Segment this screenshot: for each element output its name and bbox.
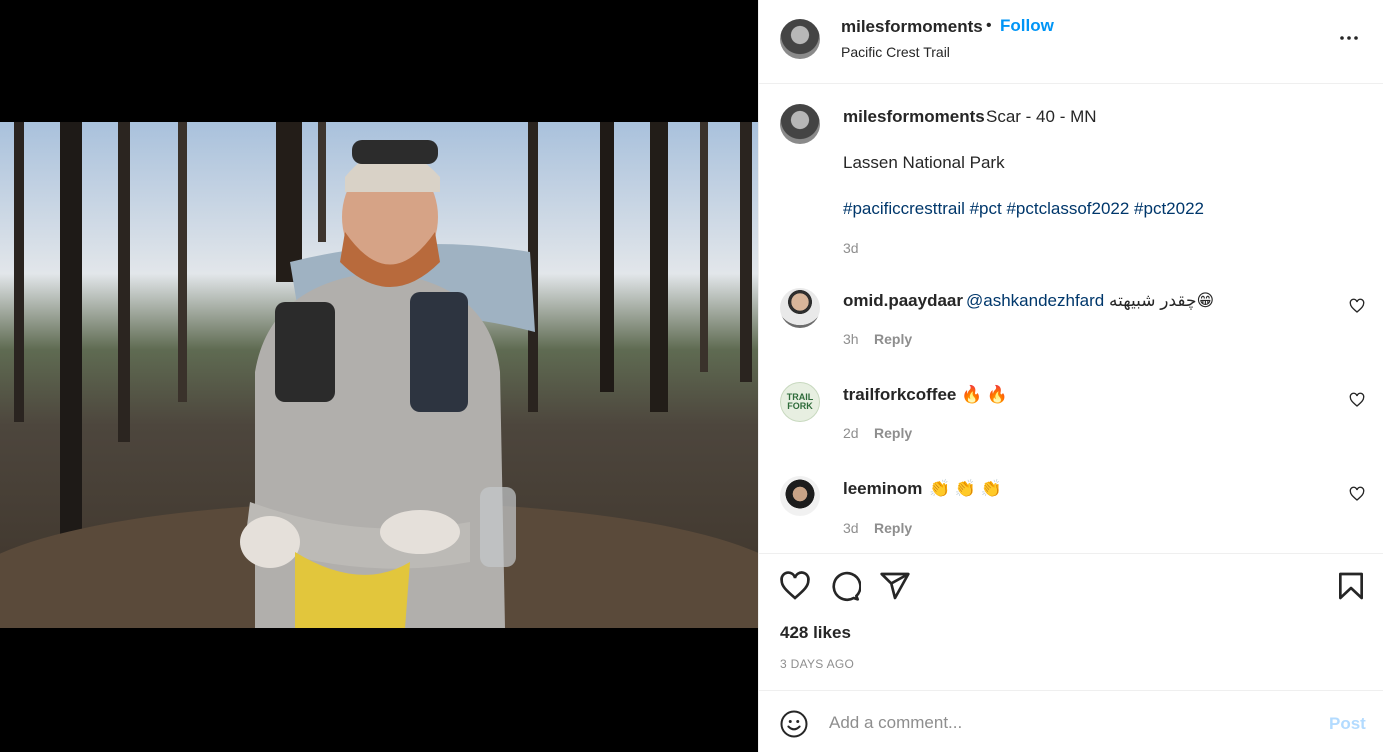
follow-button[interactable]: Follow [1000,16,1054,36]
comment-text: @ashkandezhfard چقدر شبیهته😁 [966,291,1214,311]
caption-line-2: Lassen National Park [843,153,1005,172]
reply-button[interactable]: Reply [874,331,912,347]
post-side-panel: milesformoments • Follow Pacific Crest T… [758,0,1383,752]
caption-username[interactable]: milesformoments [843,107,985,127]
comment-username[interactable]: trailforkcoffee [843,385,956,405]
comment-like-heart-icon[interactable] [1349,298,1365,314]
comment-time[interactable]: 3h [843,331,859,347]
comment-like-heart-icon[interactable] [1349,486,1365,502]
comment-body: چقدر شبیهته😁 [1108,291,1215,310]
commenter-avatar[interactable] [780,288,820,328]
reply-button[interactable]: Reply [874,520,912,536]
caption-hashtags[interactable]: #pacificcresttrail #pct #pctclassof2022 … [843,199,1204,219]
bookmark-icon[interactable] [1335,570,1367,602]
comment-username[interactable]: omid.paaydaar [843,291,963,311]
reply-button[interactable]: Reply [874,425,912,441]
comment-body: 🔥 🔥 [961,385,1009,404]
caption-text: Scar - 40 - MN [986,107,1097,126]
post-actions: 428 likes 3 DAYS AGO [759,553,1383,690]
comment-composer: Post [759,690,1383,752]
comment-time[interactable]: 2d [843,425,859,441]
comment-body: 👏 👏 👏 [929,479,1002,498]
likes-count[interactable]: 428 likes [780,623,851,643]
comment-like-heart-icon[interactable] [1349,392,1365,408]
share-icon[interactable] [879,570,911,602]
caption-avatar[interactable] [780,104,820,144]
post-media [0,0,758,752]
owner-avatar[interactable] [780,19,820,59]
comment-mention[interactable]: @ashkandezhfard [966,291,1104,310]
emoji-icon[interactable] [779,709,809,739]
comment-time[interactable]: 3d [843,520,859,536]
owner-username[interactable]: milesformoments [841,17,983,37]
post-comment-button[interactable]: Post [1329,714,1366,734]
comment-username[interactable]: leeminom [843,479,922,499]
separator-dot: • [986,17,992,34]
trailfork-logo: TRAIL FORK [786,392,814,411]
commenter-avatar[interactable] [780,476,820,516]
post-location[interactable]: Pacific Crest Trail [841,44,950,60]
post-photo[interactable] [0,122,758,628]
hiker-photo-illustration [0,122,758,628]
post-header: milesformoments • Follow Pacific Crest T… [759,0,1383,84]
heart-icon[interactable] [779,570,811,602]
comment-input[interactable] [829,707,1299,739]
post-timestamp: 3 DAYS AGO [780,657,855,671]
commenter-avatar[interactable]: TRAIL FORK [780,382,820,422]
comment-icon[interactable] [829,570,861,602]
caption-time[interactable]: 3d [843,240,859,256]
more-options-icon[interactable] [1337,26,1361,50]
